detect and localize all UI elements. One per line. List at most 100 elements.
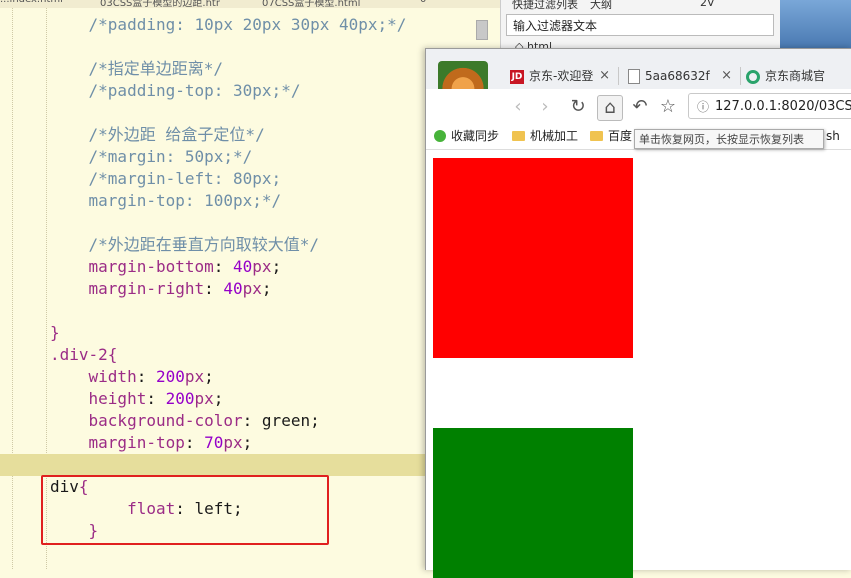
code-token: margin-top: 100px;*/ <box>88 191 282 210</box>
editor-tab[interactable]: 03CSS盒子模型的边距.html <box>100 0 220 8</box>
forward-icon[interactable]: › <box>533 95 557 119</box>
bookmark-label: 收藏同步 <box>451 129 500 143</box>
code-token: px <box>252 257 272 276</box>
code-token: px <box>194 389 214 408</box>
address-bar[interactable]: ⓘ 127.0.0.1:8020/03CSS <box>688 93 851 119</box>
code-line: height: 200px; <box>50 388 224 410</box>
bookmark-folder[interactable]: 百度 <box>590 127 632 145</box>
sync-icon <box>434 130 446 142</box>
code-line: /*padding-top: 30px;*/ <box>50 80 301 102</box>
code-line: margin-bottom: 40px; <box>50 256 282 278</box>
side-tab[interactable]: 大纲 <box>590 0 612 12</box>
info-icon: ⓘ <box>697 100 710 114</box>
code-token: : green; <box>242 411 320 430</box>
code-token: 200 <box>155 367 185 386</box>
restore-tooltip: 单击恢复网页，长按显示恢复列表 <box>634 129 824 149</box>
tab-title: 京东商城官 <box>765 69 826 83</box>
bookmark-folder[interactable]: sh <box>826 127 840 145</box>
editor-tab[interactable]: 07CSS盒子模型.html <box>262 0 392 8</box>
code-token: /*padding-top: 30px;*/ <box>88 81 301 100</box>
page-icon <box>628 69 640 84</box>
indent-guide <box>12 8 13 569</box>
code-token: px <box>242 279 262 298</box>
code-token: /*外边距 给盒子定位*/ <box>88 125 265 144</box>
code-token: 40 <box>233 257 253 276</box>
code-line: /*padding: 10px 20px 30px 40px;*/ <box>50 14 407 36</box>
star-icon[interactable]: ☆ <box>656 95 680 119</box>
tab-title: 5aa68632f <box>645 69 710 83</box>
code-token: : <box>146 389 166 408</box>
browser-tab-jdmall[interactable]: 京东商城官 <box>746 63 851 89</box>
back-icon[interactable]: ‹ <box>506 95 530 119</box>
side-tab[interactable]: 2V <box>700 0 715 9</box>
code-token: 40 <box>223 279 243 298</box>
search-engine-icon <box>746 69 760 84</box>
code-token: margin-top <box>88 433 185 452</box>
code-token: margin-right <box>88 279 205 298</box>
tab-separator <box>740 67 741 85</box>
close-icon[interactable]: × <box>599 63 610 89</box>
code-token: ; <box>242 433 253 452</box>
tab-title: 京东-欢迎登 <box>529 69 594 83</box>
code-token: px <box>223 433 243 452</box>
browser-tab-page[interactable]: 5aa68632f × <box>628 63 736 89</box>
code-token: : <box>136 367 156 386</box>
bookmark-label: 机械加工 <box>530 129 579 143</box>
browser-tab-jd[interactable]: JD 京东-欢迎登 × <box>510 63 614 89</box>
code-token: 200 <box>165 389 195 408</box>
code-token: /*margin-left: 80px; <box>88 169 282 188</box>
code-line: /*外边距 给盒子定位*/ <box>50 124 265 146</box>
code-token: px <box>184 367 205 386</box>
browser-window: JD 京东-欢迎登 × 5aa68632f × 京东商城官 ‹ › ↻ ⌂ ↶ ☆… <box>425 48 851 578</box>
code-line: /*margin: 50px;*/ <box>50 146 253 168</box>
code-token: background-color <box>88 411 243 430</box>
code-token: ; <box>261 279 272 298</box>
code-token: /*指定单边距离*/ <box>88 59 224 78</box>
code-token: ; <box>204 367 214 386</box>
code-line: margin-right: 40px; <box>50 278 272 300</box>
code-token: .div-2 <box>50 345 108 364</box>
code-line: width: 200px; <box>50 366 214 388</box>
code-token: margin-bottom <box>88 257 214 276</box>
close-icon[interactable]: × <box>721 63 732 89</box>
code-token: : <box>204 279 224 298</box>
tab-separator <box>618 67 619 85</box>
code-line: } <box>50 322 60 344</box>
reload-icon[interactable]: ↻ <box>566 95 590 119</box>
code-token: : <box>213 257 234 276</box>
bookmark-sync[interactable]: 收藏同步 <box>434 127 499 145</box>
code-token: : <box>184 433 205 452</box>
filter-input[interactable]: 输入过滤器文本 <box>506 14 774 36</box>
address-text: 127.0.0.1:8020/03CSS <box>715 99 851 114</box>
code-token: width <box>88 367 137 386</box>
home-icon[interactable]: ⌂ <box>597 95 623 121</box>
code-line: margin-top: 100px;*/ <box>50 190 282 212</box>
code-token: 70 <box>204 433 224 452</box>
bookmark-label: 百度 <box>608 129 633 143</box>
code-token: /*padding: 10px 20px 30px 40px;*/ <box>88 15 407 34</box>
code-line: /*指定单边距离*/ <box>50 58 224 80</box>
side-tab[interactable]: 快捷过滤列表 <box>512 0 578 12</box>
code-token: /*margin: 50px;*/ <box>88 147 253 166</box>
editor-tab[interactable]: 0 <box>420 0 450 8</box>
editor-tab[interactable]: ...index.html <box>0 0 70 8</box>
restore-icon[interactable]: ↶ <box>628 95 652 119</box>
folder-icon <box>590 131 603 141</box>
bookmark-label: sh <box>826 129 840 143</box>
code-token: ; <box>213 389 224 408</box>
annotation-red-box <box>41 475 329 545</box>
code-token: { <box>107 345 118 364</box>
code-token: } <box>50 323 60 342</box>
code-line: background-color: green; <box>50 410 320 432</box>
folder-icon <box>512 131 525 141</box>
code-token: height <box>88 389 147 408</box>
red-div <box>433 158 633 358</box>
bookmark-folder[interactable]: 机械加工 <box>512 127 578 145</box>
code-line: /*margin-left: 80px; <box>50 168 282 190</box>
editor-scrollbar[interactable] <box>476 20 488 40</box>
code-token: ; <box>271 257 282 276</box>
code-line: .div-2{ <box>50 344 117 366</box>
green-div <box>433 428 633 578</box>
code-token: /*外边距在垂直方向取较大值*/ <box>88 235 320 254</box>
code-line: margin-top: 70px; <box>50 432 253 454</box>
